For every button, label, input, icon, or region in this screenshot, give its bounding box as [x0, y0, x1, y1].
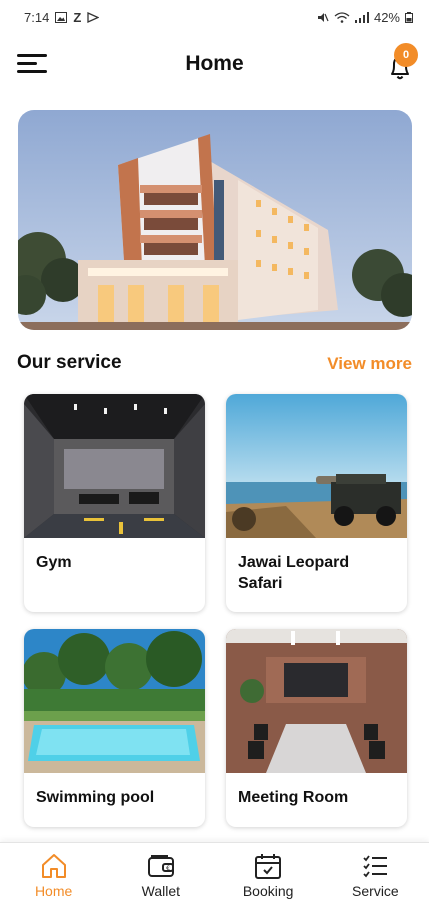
gallery-icon	[55, 11, 68, 23]
app-header: Home	[0, 40, 429, 90]
card-label: Jawai Leopard Safari	[238, 554, 350, 592]
z-icon: Z	[73, 9, 82, 25]
battery-level: 42%	[373, 9, 400, 25]
notification-badge[interactable]: 0	[394, 43, 418, 67]
status-time: 7:14	[24, 9, 50, 25]
nav-label: Wallet	[141, 883, 181, 899]
card-label: Swimming pool	[36, 789, 155, 806]
service-card-meeting-room[interactable]: Meeting Room	[226, 629, 407, 827]
calendar-icon	[255, 854, 282, 879]
wallet-icon: €	[147, 855, 174, 877]
svg-text:€: €	[166, 865, 170, 872]
card-label: Gym	[36, 554, 72, 571]
pool-image	[24, 629, 205, 773]
nav-label: Booking	[242, 883, 294, 899]
bottom-nav: Home € Wallet Booking Service	[0, 842, 429, 900]
gym-image	[24, 394, 205, 538]
card-label: Meeting Room	[238, 789, 349, 806]
wifi-icon	[334, 11, 350, 23]
page-title: Home	[185, 52, 244, 75]
nav-label: Home	[34, 883, 73, 899]
home-icon	[41, 854, 66, 878]
status-right: 42%	[317, 10, 413, 25]
meeting-room-image	[226, 629, 407, 773]
play-icon	[87, 11, 100, 23]
battery-icon	[405, 11, 413, 23]
menu-icon[interactable]	[16, 50, 50, 78]
view-more-link[interactable]: View more	[327, 354, 412, 374]
nav-service[interactable]: Service	[322, 843, 429, 900]
section-title: Our service	[17, 352, 122, 373]
nav-wallet[interactable]: € Wallet	[107, 843, 214, 900]
signal-icon	[354, 11, 369, 23]
nav-booking[interactable]: Booking	[215, 843, 322, 900]
nav-label: Service	[352, 883, 399, 899]
safari-image	[226, 394, 407, 538]
status-bar: 7:14 Z 42%	[0, 0, 429, 34]
service-card-safari[interactable]: Jawai Leopard Safari	[226, 394, 407, 612]
checklist-icon	[363, 855, 388, 878]
hero-banner[interactable]	[18, 110, 412, 330]
status-left: 7:14 Z	[24, 9, 100, 25]
hotel-building-image	[18, 110, 412, 330]
service-card-gym[interactable]: Gym	[24, 394, 205, 612]
service-card-pool[interactable]: Swimming pool	[24, 629, 205, 827]
nav-home[interactable]: Home	[0, 843, 107, 900]
mute-icon	[317, 12, 329, 23]
